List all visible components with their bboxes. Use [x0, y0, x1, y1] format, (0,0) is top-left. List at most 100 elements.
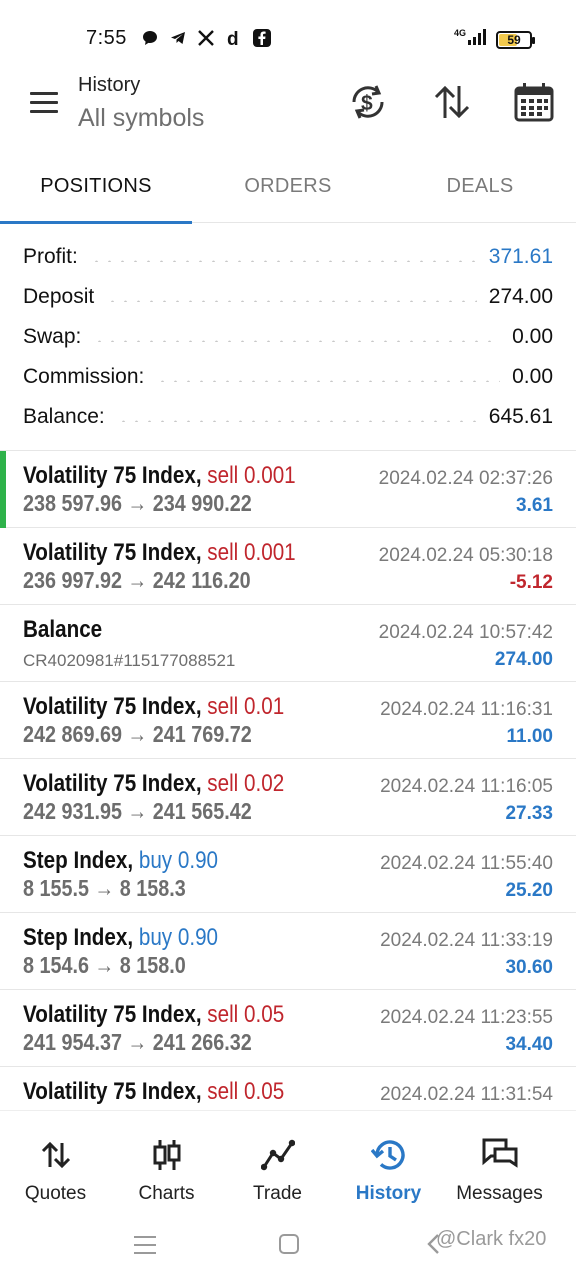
- nav-history[interactable]: History: [333, 1111, 444, 1211]
- calendar-icon[interactable]: [512, 80, 556, 124]
- nav-charts[interactable]: Charts: [111, 1111, 222, 1211]
- status-bar: 7:55 d 4G 59: [0, 0, 576, 78]
- list-item[interactable]: Volatility 75 Index, sell 0.001 236 997.…: [0, 528, 576, 605]
- nav-trade[interactable]: Trade: [222, 1111, 333, 1211]
- trade-icon: [258, 1135, 298, 1175]
- bottom-nav: Quotes Charts Trade History Messages: [0, 1110, 576, 1210]
- charts-icon: [147, 1135, 187, 1175]
- nav-label: History: [355, 1183, 422, 1204]
- summary-label: Profit:: [23, 245, 78, 268]
- system-nav-bar: @Clark fx20: [0, 1212, 576, 1280]
- deal-prices: 238 597.96 → 234 990.22: [23, 490, 252, 516]
- dotted-leader: [93, 340, 501, 342]
- deal-profit: 30.60: [505, 957, 553, 978]
- history-icon: [369, 1135, 409, 1175]
- symbol-filter[interactable]: All symbols: [78, 104, 204, 133]
- deal-title: Volatility 75 Index, sell 0.05: [23, 1078, 285, 1105]
- battery-icon: 59: [496, 30, 535, 49]
- summary-value: 0.00: [512, 325, 553, 348]
- d-icon: d: [224, 27, 244, 49]
- deal-time: 2024.02.24 11:31:54: [380, 1084, 553, 1105]
- summary-commission: Commission: 0.00: [0, 357, 576, 397]
- summary-value: 274.00: [488, 285, 553, 308]
- deal-prices: 242 931.95 → 241 565.42: [23, 798, 252, 824]
- list-item[interactable]: Volatility 75 Index, sell 0.05 241 954.3…: [0, 990, 576, 1067]
- messages-icon: [480, 1135, 520, 1175]
- tab-orders[interactable]: ORDERS: [192, 150, 384, 223]
- home-button[interactable]: [279, 1234, 299, 1254]
- x-icon: [196, 27, 216, 49]
- signal-icon: 4G: [454, 27, 488, 52]
- deal-time: 2024.02.24 11:23:55: [380, 1007, 553, 1028]
- deal-time: 2024.02.24 10:57:42: [378, 622, 553, 643]
- deal-profit: -5.12: [509, 572, 553, 593]
- deal-title: Volatility 75 Index, sell 0.01: [23, 693, 285, 720]
- sort-icon[interactable]: [430, 80, 474, 124]
- quotes-icon: [36, 1135, 76, 1175]
- deal-title: Volatility 75 Index, sell 0.001: [23, 539, 296, 566]
- list-item[interactable]: Volatility 75 Index, sell 0.02 242 931.9…: [0, 759, 576, 836]
- dotted-leader: [106, 300, 477, 302]
- battery-level: 59: [507, 32, 521, 47]
- deal-prices: 8 154.6 → 8 158.0: [23, 952, 186, 978]
- deal-profit: 274.00: [494, 649, 553, 670]
- list-item[interactable]: Step Index, buy 0.90 8 155.5 → 8 158.3 2…: [0, 836, 576, 913]
- deal-title: Volatility 75 Index, sell 0.001: [23, 462, 296, 489]
- deal-prices: 241 954.37 → 241 266.32: [23, 1029, 252, 1055]
- tab-positions[interactable]: POSITIONS: [0, 150, 192, 224]
- deal-title: Volatility 75 Index, sell 0.02: [23, 770, 285, 797]
- deal-title: Step Index, buy 0.90: [23, 847, 219, 874]
- deal-comment: CR4020981#115177088521: [23, 651, 236, 670]
- deal-title: Volatility 75 Index, sell 0.05: [23, 1001, 285, 1028]
- dotted-leader: [89, 260, 477, 262]
- tab-deals[interactable]: DEALS: [384, 150, 576, 223]
- deal-title: Step Index, buy 0.90: [23, 924, 219, 951]
- notification-icons: d: [140, 27, 272, 49]
- svg-text:d: d: [227, 29, 239, 48]
- dotted-leader: [116, 420, 477, 422]
- recent-apps-button[interactable]: [134, 1234, 156, 1256]
- summary-value: 645.61: [488, 405, 553, 428]
- list-item[interactable]: Volatility 75 Index, sell 0.001 238 597.…: [0, 451, 576, 528]
- nav-label: Trade: [253, 1183, 302, 1204]
- deal-time: 2024.02.24 11:33:19: [380, 930, 553, 951]
- summary-balance: Balance: 645.61: [0, 397, 576, 437]
- deal-profit: 27.33: [505, 803, 553, 824]
- history-tabs: POSITIONS ORDERS DEALS: [0, 150, 576, 224]
- deal-time: 2024.02.24 11:16:31: [380, 699, 553, 720]
- facebook-icon: [252, 27, 272, 49]
- list-item[interactable]: Volatility 75 Index, sell 0.01 242 869.6…: [0, 682, 576, 759]
- summary-value: 371.61: [488, 245, 553, 268]
- positions-list: Volatility 75 Index, sell 0.001 238 597.…: [0, 451, 576, 1109]
- currency-refresh-icon[interactable]: $: [346, 80, 390, 124]
- menu-button[interactable]: [26, 88, 62, 118]
- deal-time: 2024.02.24 11:16:05: [380, 776, 553, 797]
- summary-label: Swap:: [23, 325, 82, 348]
- summary-value: 0.00: [512, 365, 553, 388]
- svg-text:4G: 4G: [454, 28, 466, 38]
- deal-profit: 11.00: [506, 726, 554, 747]
- telegram-icon: [168, 27, 188, 49]
- nav-quotes[interactable]: Quotes: [0, 1111, 111, 1211]
- deal-title: Balance: [23, 616, 103, 643]
- deal-time: 2024.02.24 05:30:18: [378, 545, 553, 566]
- list-item[interactable]: Step Index, buy 0.90 8 154.6 → 8 158.0 2…: [0, 913, 576, 990]
- nav-label: Charts: [138, 1183, 195, 1204]
- nav-messages[interactable]: Messages: [444, 1111, 555, 1211]
- svg-text:$: $: [361, 92, 373, 115]
- deal-time: 2024.02.24 11:55:40: [380, 853, 553, 874]
- dotted-leader: [156, 380, 501, 382]
- app-bar: History All symbols $: [0, 70, 576, 150]
- list-item[interactable]: Volatility 75 Index, sell 0.05 2024.02.2…: [0, 1067, 576, 1109]
- deal-prices: 236 997.92 → 242 116.20: [23, 567, 251, 593]
- account-summary: Profit: 371.61 Deposit 274.00 Swap: 0.00…: [0, 237, 576, 437]
- list-item[interactable]: Balance CR4020981#115177088521 2024.02.2…: [0, 605, 576, 682]
- status-right: 4G 59: [454, 27, 535, 52]
- nav-label: Quotes: [24, 1183, 87, 1204]
- status-time: 7:55: [86, 27, 127, 49]
- nav-label: Messages: [456, 1183, 543, 1204]
- deal-prices: 242 869.69 → 241 769.72: [23, 721, 252, 747]
- summary-swap: Swap: 0.00: [0, 317, 576, 357]
- page-title: History: [78, 74, 141, 96]
- chat-bubble-icon: [140, 27, 160, 49]
